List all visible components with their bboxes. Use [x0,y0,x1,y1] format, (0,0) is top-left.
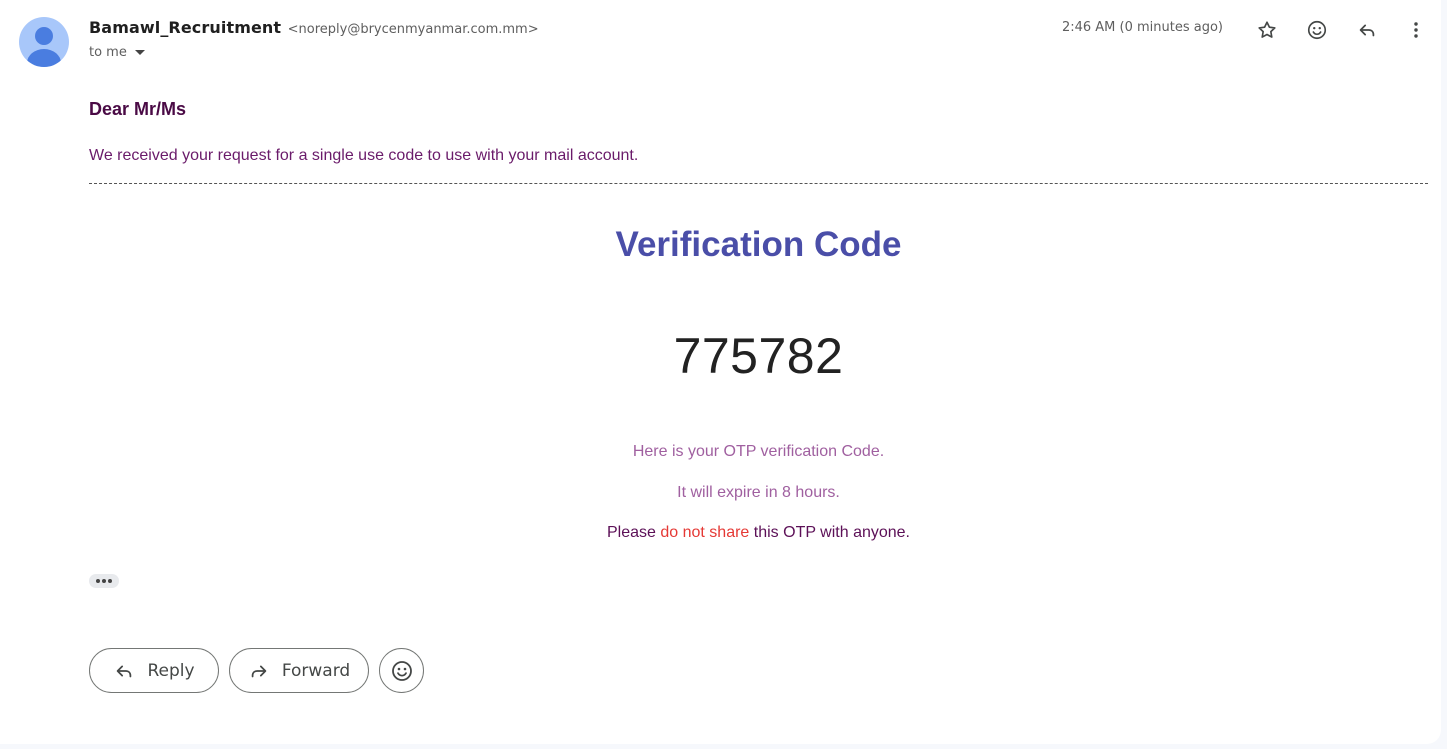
recipient-label: to me [89,45,127,60]
sender-avatar[interactable] [19,17,69,67]
dot-icon [102,579,106,583]
message-timestamp: 2:46 AM (0 minutes ago) [1061,20,1223,35]
forward-icon [251,665,267,677]
forward-button[interactable]: Forward [229,648,369,693]
emoji-react-icon [391,660,412,681]
show-trimmed-content-button[interactable] [89,574,119,588]
emoji-react-icon [1307,20,1327,40]
dot-icon [96,579,100,583]
forward-label: Forward [281,660,351,681]
sender-line: Bamawl_Recruitment <noreply@brycenmyanma… [89,18,539,38]
star-icon [1258,21,1276,38]
otp-info-text: Here is your OTP verification Code. [632,443,885,460]
reply-button[interactable]: Reply [89,648,219,693]
chevron-down-icon [134,50,145,55]
reply-button-header[interactable] [1351,14,1383,46]
intro-text: We received your request for a single us… [89,147,639,164]
add-reaction-button[interactable] [1301,14,1333,46]
recipient-details-toggle[interactable]: to me [89,45,145,60]
sender-email: <noreply@brycenmyanmar.com.mm> [287,22,539,37]
reply-icon [1359,24,1375,37]
otp-expiry-text: It will expire in 8 hours. [677,484,840,501]
sender-name[interactable]: Bamawl_Recruitment [89,18,281,37]
more-vert-icon [1414,22,1418,38]
warning-suffix: this OTP with anyone. [749,524,910,541]
more-options-button[interactable] [1400,14,1432,46]
dot-icon [108,579,112,583]
reply-label: Reply [147,660,195,681]
star-button[interactable] [1251,14,1283,46]
otp-code: 775782 [673,328,844,384]
warning-highlight: do not share [660,524,750,541]
person-icon [27,27,61,67]
warning-prefix: Please [607,524,661,541]
add-reaction-button-footer[interactable] [379,648,424,693]
verification-title: Verification Code [615,225,902,264]
reply-icon [117,665,132,677]
greeting-text: Dear Mr/Ms [89,99,187,119]
email-card: Bamawl_Recruitment <noreply@brycenmyanma… [0,0,1441,744]
dashed-divider [89,183,1428,184]
otp-warning-text: Please do not share this OTP with anyone… [89,524,1428,542]
